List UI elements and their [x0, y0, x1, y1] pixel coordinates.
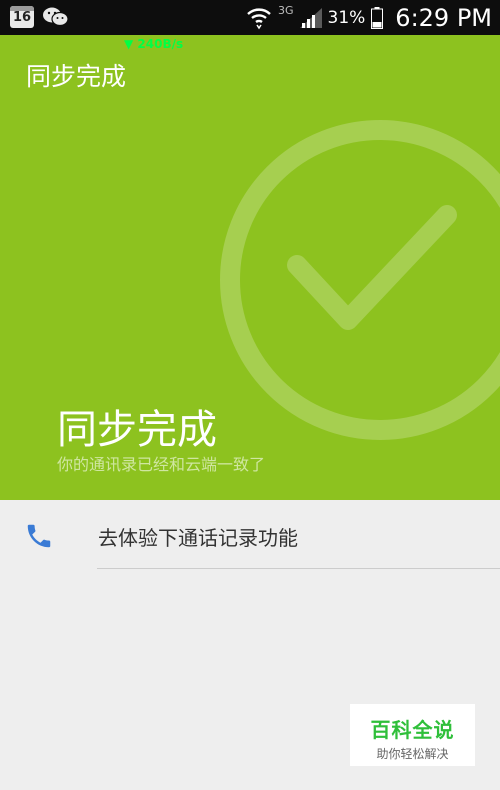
wifi-icon: [247, 7, 271, 29]
hero-subtitle: 你的通讯录已经和云端一致了: [57, 455, 266, 474]
phone-icon: [27, 524, 51, 548]
watermark-slogan: 助你轻松解决: [376, 747, 449, 761]
watermark-brand: 百科全说: [370, 718, 455, 742]
notification-icons: 16: [10, 6, 70, 28]
wechat-icon: [43, 7, 69, 27]
hero-title: 同步完成: [57, 407, 217, 453]
call-log-feature-item[interactable]: 去体验下通话记录功能: [0, 500, 500, 570]
page-title: 同步完成: [26, 62, 127, 91]
clock: 6:29 PM: [395, 3, 492, 32]
list-divider: [97, 568, 500, 569]
calendar-icon: 16: [10, 6, 34, 28]
status-bar: 16 3G 31% 6:29 PM: [0, 0, 500, 35]
download-speed: ▼ 240B/s: [124, 37, 184, 51]
calendar-day: 16: [12, 10, 32, 25]
call-log-feature-label: 去体验下通话记录功能: [98, 526, 298, 550]
network-type: 3G: [277, 4, 294, 17]
battery-icon: [371, 6, 384, 29]
sync-complete-hero: 同步完成 同步完成 你的通讯录已经和云端一致了: [0, 35, 500, 500]
signal-icon: [299, 7, 322, 28]
watermark-logo: 百科全说 助你轻松解决: [350, 704, 475, 766]
speed-value: 240B/s: [137, 37, 184, 51]
checkmark-circle-icon: [220, 120, 500, 440]
system-icons: 3G 31% 6:29 PM: [246, 0, 492, 35]
battery-percent: 31%: [327, 7, 366, 28]
